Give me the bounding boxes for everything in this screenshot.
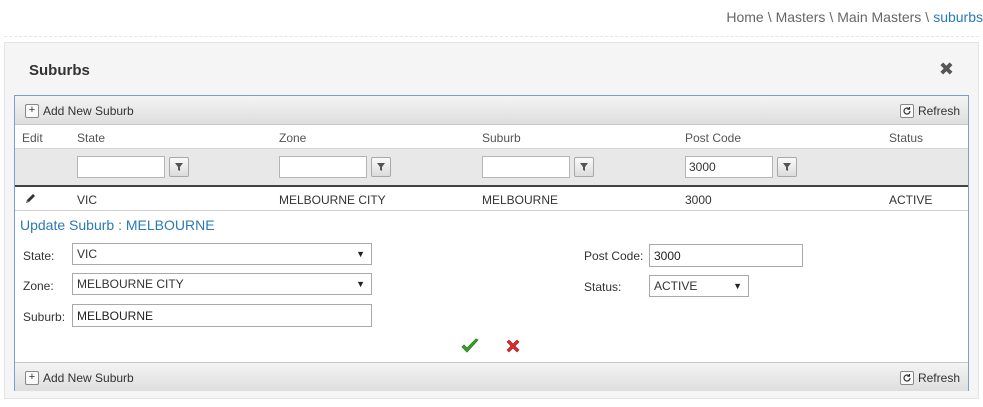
cell-suburb: MELBOURNE (482, 193, 559, 207)
table-row: VIC MELBOURNE CITY MELBOURNE 3000 ACTIVE (15, 187, 968, 211)
state-select-value: VIC (77, 247, 98, 261)
suburb-filter (482, 156, 594, 178)
zone-select-value: MELBOURNE CITY (77, 277, 184, 291)
update-suburb-form: Update Suburb : MELBOURNE State: VIC ▼ Z… (15, 212, 968, 362)
suburbs-panel: Suburbs ✖ + Add New Suburb Refresh Edit … (4, 42, 979, 399)
suburbs-grid: + Add New Suburb Refresh Edit State Zone… (14, 95, 969, 391)
add-new-suburb-button[interactable]: + Add New Suburb (25, 102, 134, 119)
check-icon[interactable] (461, 338, 479, 357)
column-header-edit: Edit (22, 131, 43, 145)
divider (4, 36, 979, 37)
cell-state: VIC (77, 193, 98, 207)
breadcrumb-separator: \ (829, 9, 834, 25)
column-header-suburb[interactable]: Suburb (482, 131, 521, 145)
add-new-suburb-button[interactable]: + Add New Suburb (25, 369, 134, 386)
suburb-input[interactable] (72, 304, 372, 327)
filter-icon[interactable] (777, 157, 797, 177)
zone-label: Zone: (23, 279, 54, 293)
chevron-down-icon: ▼ (733, 281, 742, 291)
column-header-post-code[interactable]: Post Code (685, 131, 741, 145)
cell-status: ACTIVE (889, 193, 933, 207)
plus-icon: + (25, 370, 39, 385)
post-code-filter (685, 156, 797, 178)
status-select[interactable]: ACTIVE ▼ (649, 275, 749, 297)
grid-toolbar-top: + Add New Suburb Refresh (15, 96, 968, 125)
add-new-suburb-label: Add New Suburb (43, 103, 134, 118)
state-filter (77, 156, 189, 178)
zone-filter (279, 156, 391, 178)
post-code-label: Post Code: (584, 249, 644, 263)
breadcrumb-current: suburbs (933, 9, 983, 25)
cell-post-code: 3000 (685, 193, 712, 207)
post-code-input[interactable] (649, 244, 803, 267)
column-header-state[interactable]: State (77, 131, 105, 145)
suburb-filter-input[interactable] (482, 156, 570, 178)
refresh-label: Refresh (917, 370, 960, 385)
state-label: State: (23, 249, 55, 263)
filter-icon[interactable] (169, 157, 189, 177)
breadcrumb-home[interactable]: Home (726, 9, 763, 25)
refresh-button[interactable]: Refresh (899, 102, 960, 119)
chevron-down-icon: ▼ (356, 279, 365, 289)
refresh-label: Refresh (917, 103, 960, 118)
zone-select[interactable]: MELBOURNE CITY ▼ (72, 273, 372, 295)
pencil-icon[interactable] (24, 192, 37, 208)
breadcrumb-masters[interactable]: Masters (776, 9, 826, 25)
zone-filter-input[interactable] (279, 156, 367, 178)
post-code-filter-input[interactable] (685, 156, 773, 178)
refresh-button[interactable]: Refresh (899, 369, 960, 386)
breadcrumb: Home \ Masters \ Main Masters \ suburbs (726, 9, 983, 25)
state-select[interactable]: VIC ▼ (72, 243, 372, 265)
suburb-label: Suburb: (23, 310, 66, 324)
breadcrumb-main-masters[interactable]: Main Masters (837, 9, 921, 25)
plus-icon: + (25, 103, 39, 118)
chevron-down-icon: ▼ (356, 249, 365, 259)
filter-icon[interactable] (574, 157, 594, 177)
form-title: Update Suburb : MELBOURNE (20, 217, 215, 233)
cell-zone: MELBOURNE CITY (279, 193, 386, 207)
grid-toolbar-bottom: + Add New Suburb Refresh (15, 362, 968, 391)
status-label: Status: (584, 280, 622, 294)
breadcrumb-separator: \ (925, 9, 930, 25)
close-icon[interactable]: ✖ (939, 59, 954, 80)
panel-title: Suburbs (29, 62, 90, 79)
column-header-zone[interactable]: Zone (279, 131, 306, 145)
column-header-status[interactable]: Status (889, 131, 923, 145)
breadcrumb-separator: \ (767, 9, 772, 25)
state-filter-input[interactable] (77, 156, 165, 178)
filter-row (15, 149, 968, 187)
grid-header: Edit State Zone Suburb Post Code Status (15, 125, 968, 149)
add-new-suburb-label: Add New Suburb (43, 370, 134, 385)
refresh-icon (899, 103, 914, 118)
filter-icon[interactable] (371, 157, 391, 177)
refresh-icon (899, 370, 914, 385)
status-select-value: ACTIVE (654, 279, 698, 293)
cancel-x-icon[interactable] (505, 338, 521, 357)
